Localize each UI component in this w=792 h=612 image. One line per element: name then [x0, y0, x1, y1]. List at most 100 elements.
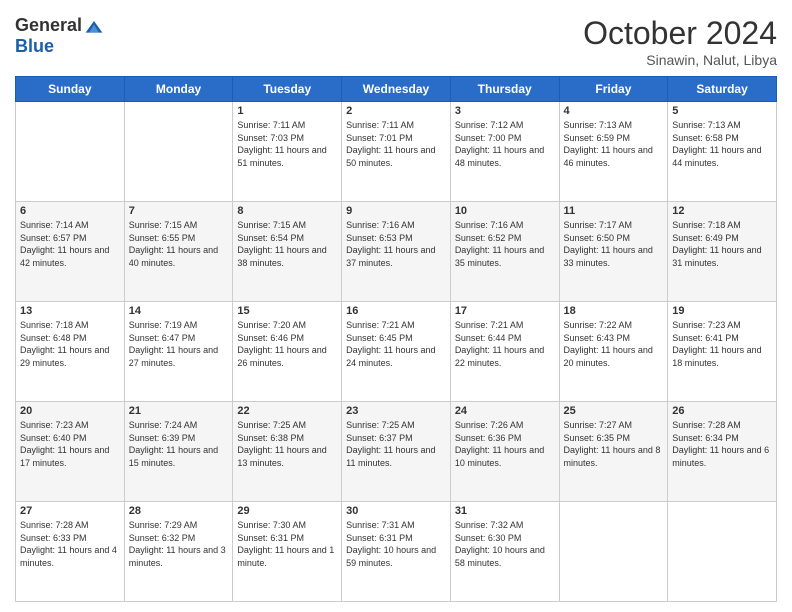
calendar-cell: 27 Sunrise: 7:28 AMSunset: 6:33 PMDayligh… [16, 502, 125, 602]
calendar-week-3: 13 Sunrise: 7:18 AMSunset: 6:48 PMDayligh… [16, 302, 777, 402]
day-number: 29 [237, 505, 337, 517]
day-header-tuesday: Tuesday [233, 77, 342, 102]
month-title: October 2024 [583, 15, 777, 52]
day-number: 1 [237, 105, 337, 117]
title-area: October 2024 Sinawin, Nalut, Libya [583, 15, 777, 68]
calendar-cell: 29Sunrise: 7:30 AMSunset: 6:31 PMDayligh… [233, 502, 342, 602]
calendar-cell: 3 Sunrise: 7:12 AMSunset: 7:00 PMDaylight… [450, 102, 559, 202]
day-info: Sunrise: 7:12 AMSunset: 7:00 PMDaylight:… [455, 119, 555, 169]
calendar-body: 1 Sunrise: 7:11 AMSunset: 7:03 PMDaylight… [16, 102, 777, 602]
calendar-week-4: 20Sunrise: 7:23 AMSunset: 6:40 PMDayligh… [16, 402, 777, 502]
calendar-cell [668, 502, 777, 602]
day-number: 27 [20, 505, 120, 517]
logo-text: General [15, 15, 104, 36]
day-info: Sunrise: 7:19 AMSunset: 6:47 PMDaylight:… [129, 319, 229, 369]
calendar-cell: 24Sunrise: 7:26 AMSunset: 6:36 PMDayligh… [450, 402, 559, 502]
calendar-header-row: SundayMondayTuesdayWednesdayThursdayFrid… [16, 77, 777, 102]
day-info: Sunrise: 7:28 AMSunset: 6:34 PMDaylight:… [672, 419, 772, 469]
calendar-cell: 26 Sunrise: 7:28 AMSunset: 6:34 PMDayligh… [668, 402, 777, 502]
calendar-week-2: 6 Sunrise: 7:14 AMSunset: 6:57 PMDaylight… [16, 202, 777, 302]
calendar-cell: 23 Sunrise: 7:25 AMSunset: 6:37 PMDayligh… [342, 402, 451, 502]
calendar-cell: 2 Sunrise: 7:11 AMSunset: 7:01 PMDaylight… [342, 102, 451, 202]
day-info: Sunrise: 7:25 AMSunset: 6:37 PMDaylight:… [346, 419, 446, 469]
calendar-cell: 1 Sunrise: 7:11 AMSunset: 7:03 PMDaylight… [233, 102, 342, 202]
day-number: 9 [346, 205, 446, 217]
calendar-cell: 18 Sunrise: 7:22 AMSunset: 6:43 PMDayligh… [559, 302, 668, 402]
day-info: Sunrise: 7:32 AMSunset: 6:30 PMDaylight:… [455, 519, 555, 569]
day-number: 7 [129, 205, 229, 217]
day-number: 25 [564, 405, 664, 417]
calendar-cell: 21 Sunrise: 7:24 AMSunset: 6:39 PMDayligh… [124, 402, 233, 502]
calendar-cell: 16Sunrise: 7:21 AMSunset: 6:45 PMDayligh… [342, 302, 451, 402]
day-number: 11 [564, 205, 664, 217]
calendar-cell: 4 Sunrise: 7:13 AMSunset: 6:59 PMDaylight… [559, 102, 668, 202]
day-number: 21 [129, 405, 229, 417]
calendar-week-5: 27 Sunrise: 7:28 AMSunset: 6:33 PMDayligh… [16, 502, 777, 602]
day-header-sunday: Sunday [16, 77, 125, 102]
calendar-cell: 6 Sunrise: 7:14 AMSunset: 6:57 PMDaylight… [16, 202, 125, 302]
page: General Blue October 2024 Sinawin, Nalut… [0, 0, 792, 612]
calendar-cell [16, 102, 125, 202]
logo-general: General [15, 15, 82, 36]
day-header-friday: Friday [559, 77, 668, 102]
day-info: Sunrise: 7:22 AMSunset: 6:43 PMDaylight:… [564, 319, 664, 369]
day-info: Sunrise: 7:31 AMSunset: 6:31 PMDaylight:… [346, 519, 446, 569]
day-info: Sunrise: 7:18 AMSunset: 6:48 PMDaylight:… [20, 319, 120, 369]
day-number: 22 [237, 405, 337, 417]
day-info: Sunrise: 7:29 AMSunset: 6:32 PMDaylight:… [129, 519, 229, 569]
calendar-cell: 19 Sunrise: 7:23 AMSunset: 6:41 PMDayligh… [668, 302, 777, 402]
day-info: Sunrise: 7:21 AMSunset: 6:45 PMDaylight:… [346, 319, 446, 369]
day-number: 10 [455, 205, 555, 217]
calendar-cell: 5Sunrise: 7:13 AMSunset: 6:58 PMDaylight… [668, 102, 777, 202]
day-info: Sunrise: 7:15 AMSunset: 6:55 PMDaylight:… [129, 219, 229, 269]
day-header-monday: Monday [124, 77, 233, 102]
day-header-wednesday: Wednesday [342, 77, 451, 102]
day-info: Sunrise: 7:25 AMSunset: 6:38 PMDaylight:… [237, 419, 337, 469]
calendar-cell: 30 Sunrise: 7:31 AMSunset: 6:31 PMDayligh… [342, 502, 451, 602]
day-header-saturday: Saturday [668, 77, 777, 102]
calendar-cell: 17 Sunrise: 7:21 AMSunset: 6:44 PMDayligh… [450, 302, 559, 402]
day-info: Sunrise: 7:15 AMSunset: 6:54 PMDaylight:… [237, 219, 337, 269]
day-number: 30 [346, 505, 446, 517]
day-info: Sunrise: 7:23 AMSunset: 6:41 PMDaylight:… [672, 319, 772, 369]
location-subtitle: Sinawin, Nalut, Libya [583, 52, 777, 68]
day-number: 19 [672, 305, 772, 317]
calendar-cell: 14Sunrise: 7:19 AMSunset: 6:47 PMDayligh… [124, 302, 233, 402]
day-number: 17 [455, 305, 555, 317]
calendar-table: SundayMondayTuesdayWednesdayThursdayFrid… [15, 76, 777, 602]
day-info: Sunrise: 7:11 AMSunset: 7:03 PMDaylight:… [237, 119, 337, 169]
calendar-cell [559, 502, 668, 602]
calendar-cell: 22 Sunrise: 7:25 AMSunset: 6:38 PMDayligh… [233, 402, 342, 502]
day-number: 18 [564, 305, 664, 317]
day-info: Sunrise: 7:27 AMSunset: 6:35 PMDaylight:… [564, 419, 664, 469]
day-info: Sunrise: 7:28 AMSunset: 6:33 PMDaylight:… [20, 519, 120, 569]
day-number: 23 [346, 405, 446, 417]
calendar-week-1: 1 Sunrise: 7:11 AMSunset: 7:03 PMDaylight… [16, 102, 777, 202]
day-info: Sunrise: 7:26 AMSunset: 6:36 PMDaylight:… [455, 419, 555, 469]
day-info: Sunrise: 7:20 AMSunset: 6:46 PMDaylight:… [237, 319, 337, 369]
day-number: 13 [20, 305, 120, 317]
day-info: Sunrise: 7:24 AMSunset: 6:39 PMDaylight:… [129, 419, 229, 469]
logo: General Blue [15, 15, 104, 57]
day-info: Sunrise: 7:18 AMSunset: 6:49 PMDaylight:… [672, 219, 772, 269]
calendar-cell: 11Sunrise: 7:17 AMSunset: 6:50 PMDayligh… [559, 202, 668, 302]
day-number: 6 [20, 205, 120, 217]
day-number: 2 [346, 105, 446, 117]
day-number: 3 [455, 105, 555, 117]
day-info: Sunrise: 7:13 AMSunset: 6:59 PMDaylight:… [564, 119, 664, 169]
day-number: 26 [672, 405, 772, 417]
day-info: Sunrise: 7:21 AMSunset: 6:44 PMDaylight:… [455, 319, 555, 369]
day-header-thursday: Thursday [450, 77, 559, 102]
day-info: Sunrise: 7:11 AMSunset: 7:01 PMDaylight:… [346, 119, 446, 169]
calendar-cell: 28Sunrise: 7:29 AMSunset: 6:32 PMDayligh… [124, 502, 233, 602]
calendar-cell: 15Sunrise: 7:20 AMSunset: 6:46 PMDayligh… [233, 302, 342, 402]
calendar-cell [124, 102, 233, 202]
day-number: 4 [564, 105, 664, 117]
day-info: Sunrise: 7:16 AMSunset: 6:52 PMDaylight:… [455, 219, 555, 269]
day-info: Sunrise: 7:14 AMSunset: 6:57 PMDaylight:… [20, 219, 120, 269]
calendar-cell: 10 Sunrise: 7:16 AMSunset: 6:52 PMDayligh… [450, 202, 559, 302]
day-number: 12 [672, 205, 772, 217]
header: General Blue October 2024 Sinawin, Nalut… [15, 15, 777, 68]
day-number: 31 [455, 505, 555, 517]
calendar-cell: 8Sunrise: 7:15 AMSunset: 6:54 PMDaylight… [233, 202, 342, 302]
